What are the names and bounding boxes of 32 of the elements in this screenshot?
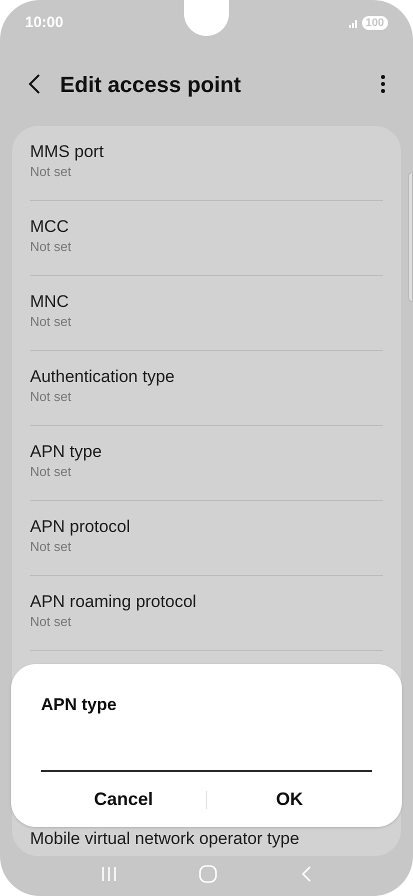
setting-item[interactable]: MNC Not set [30, 291, 383, 331]
back-icon[interactable] [28, 74, 40, 94]
setting-title: APN protocol [30, 516, 132, 538]
setting-item[interactable]: Authentication type Not set [30, 366, 383, 406]
setting-item[interactable]: MCC Not set [30, 216, 383, 256]
page-title: Edit access point [60, 70, 242, 99]
setting-title: Authentication type [30, 366, 176, 388]
setting-value: Not set [30, 163, 72, 181]
battery-indicator: 100 [362, 16, 388, 30]
setting-value: Not set [30, 313, 72, 331]
setting-title: MCC [30, 216, 70, 238]
setting-value: Not set [30, 238, 72, 256]
setting-item[interactable]: APN roaming protocol Not set [30, 591, 383, 631]
setting-title: MMS port [30, 141, 105, 163]
setting-title: APN type [30, 441, 103, 463]
setting-title: MNC [30, 291, 70, 313]
more-options-icon[interactable] [381, 75, 385, 93]
setting-value: Not set [30, 538, 72, 556]
setting-value: Not set [30, 388, 72, 406]
status-time: 10:00 [25, 12, 64, 33]
setting-item[interactable]: APN protocol Not set [30, 516, 383, 556]
setting-item[interactable]: MMS port Not set [30, 141, 383, 181]
dialog-button[interactable]: Cancel [41, 782, 206, 818]
setting-item[interactable]: APN type Not set [30, 441, 383, 481]
signal-icon [348, 18, 359, 28]
setting-value: Not set [30, 613, 72, 631]
dialog-button[interactable]: OK [207, 782, 372, 818]
camera-notch [184, 0, 229, 36]
dialog-title: APN type [41, 694, 118, 716]
setting-value: Not set [30, 463, 72, 481]
setting-title: APN roaming protocol [30, 591, 198, 613]
setting-title: Mobile virtual network operator type [30, 828, 300, 850]
